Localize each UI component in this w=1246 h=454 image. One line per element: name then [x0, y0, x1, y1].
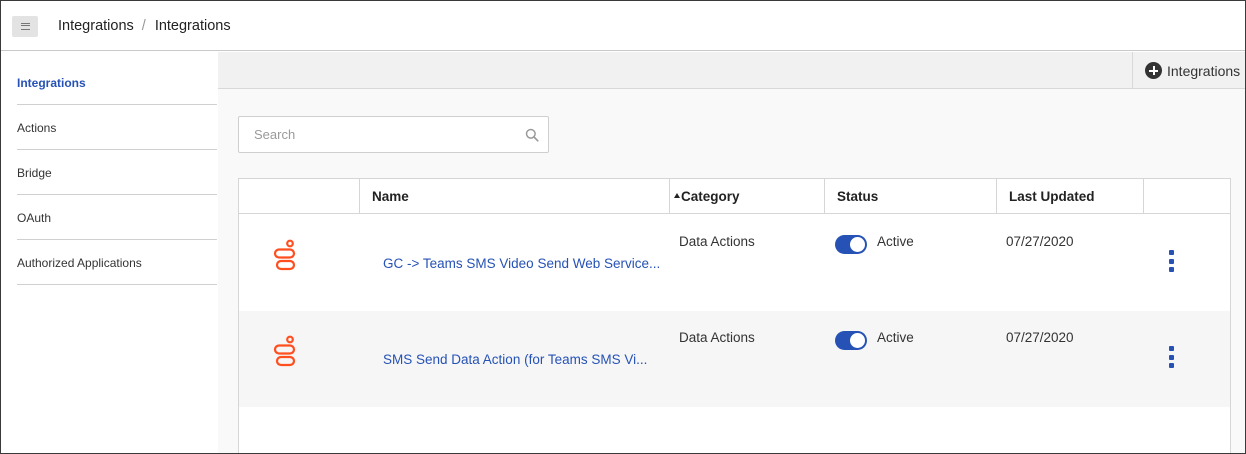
breadcrumb: Integrations / Integrations	[58, 18, 231, 34]
status-label: Active	[877, 234, 914, 249]
integration-name-link[interactable]: SMS Send Data Action (for Teams SMS Vi..…	[383, 352, 673, 367]
add-integration-label: Integrations	[1167, 62, 1241, 79]
category-cell: Data Actions	[679, 330, 755, 345]
sidebar-divider	[17, 194, 217, 195]
column-header-category[interactable]: Category	[674, 179, 740, 213]
breadcrumb-separator: /	[141, 18, 146, 34]
genesys-logo-icon	[273, 239, 296, 271]
integrations-table: Name Category Status Last Updated GC -> …	[238, 178, 1231, 453]
table-row: SMS Send Data Action (for Teams SMS Vi..…	[239, 311, 1230, 407]
last-updated-cell: 07/27/2020	[1006, 234, 1074, 249]
sort-ascending-icon	[674, 192, 680, 198]
status-label: Active	[877, 330, 914, 345]
status-toggle[interactable]	[835, 235, 867, 254]
more-vertical-icon[interactable]	[1163, 249, 1179, 273]
sidebar: Integrations Actions Bridge OAuth Author…	[1, 52, 218, 453]
genesys-logo-icon	[273, 335, 296, 367]
search-input[interactable]	[239, 117, 509, 152]
top-bar: Integrations / Integrations	[1, 1, 1245, 51]
search-icon[interactable]	[525, 128, 539, 142]
status-toggle[interactable]	[835, 331, 867, 350]
column-header-name[interactable]: Name	[372, 179, 409, 213]
sidebar-item-integrations[interactable]: Integrations	[17, 76, 217, 90]
main-content: Integrations Name Category	[218, 52, 1245, 453]
table-row: GC -> Teams SMS Video Send Web Service..…	[239, 215, 1230, 311]
sidebar-divider	[17, 104, 217, 105]
app-window: Integrations / Integrations Integrations…	[0, 0, 1246, 454]
sidebar-item-oauth[interactable]: OAuth	[17, 211, 217, 225]
breadcrumb-item-integrations-current: Integrations	[154, 18, 231, 34]
table-header: Name Category Status Last Updated	[239, 179, 1230, 214]
plus-circle-icon	[1145, 62, 1162, 79]
search-box	[238, 116, 549, 153]
sidebar-divider	[17, 284, 217, 285]
column-header-status[interactable]: Status	[837, 179, 878, 213]
hamburger-menu-icon[interactable]	[12, 16, 38, 37]
sidebar-item-actions[interactable]: Actions	[17, 121, 217, 135]
sidebar-item-bridge[interactable]: Bridge	[17, 166, 217, 180]
sidebar-item-authorized-applications[interactable]: Authorized Applications	[17, 256, 217, 270]
breadcrumb-item-integrations-parent[interactable]: Integrations	[58, 18, 134, 34]
column-header-category-label: Category	[681, 188, 740, 204]
last-updated-cell: 07/27/2020	[1006, 330, 1074, 345]
category-cell: Data Actions	[679, 234, 755, 249]
more-vertical-icon[interactable]	[1163, 345, 1179, 369]
integration-name-link[interactable]: GC -> Teams SMS Video Send Web Service..…	[383, 256, 673, 271]
toolbar: Integrations	[218, 52, 1245, 89]
column-header-last-updated[interactable]: Last Updated	[1009, 179, 1095, 213]
sidebar-divider	[17, 149, 217, 150]
add-integration-button[interactable]: Integrations	[1132, 52, 1245, 89]
sidebar-divider	[17, 239, 217, 240]
